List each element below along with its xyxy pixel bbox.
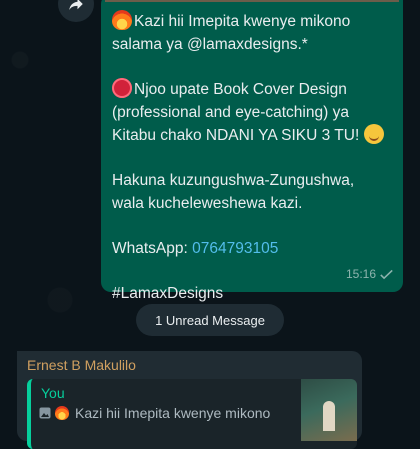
message-line: Njoo upate Book Cover Design (112, 78, 389, 101)
quote-thumbnail (301, 379, 357, 441)
quoted-message[interactable]: You Kazi hii Imepita kwenye mikono (27, 379, 357, 449)
message-line: salama ya @lamaxdesigns.* (112, 36, 308, 53)
message-meta: 15:16 (346, 263, 393, 286)
forward-icon (69, 0, 83, 10)
outgoing-message-bubble[interactable]: Kazi hii Imepita kwenye mikono salama ya… (101, 0, 403, 302)
message-line: wala kucheleweshewa kazi. (112, 195, 303, 212)
image-preview-edge (105, 0, 399, 2)
quote-author: You (41, 385, 65, 401)
smiling-emoji-icon (363, 124, 384, 144)
whatsapp-line: WhatsApp: 0764793105 (112, 240, 279, 257)
quote-text-row: Kazi hii Imepita kwenye mikono (39, 405, 270, 421)
message-time: 15:16 (345, 267, 376, 281)
phone-link[interactable]: 0764793105 (192, 240, 278, 257)
quote-text: Kazi hii Imepita kwenye mikono (75, 405, 271, 421)
stop-sign-emoji-icon (112, 78, 132, 98)
incoming-message-bubble[interactable]: Ernest B Makulilo You Kazi hii Imepita k… (17, 351, 362, 449)
message-line: Kazi hii Imepita kwenye mikono (112, 10, 389, 33)
message-line: Kitabu chako NDANI YA SIKU 3 TU! (112, 124, 389, 147)
single-check-icon (380, 269, 393, 280)
fire-emoji-icon (55, 406, 69, 420)
unread-banner-label: 1 Unread Message (155, 312, 265, 328)
message-line: (professional and eye-catching) ya (112, 104, 349, 121)
image-icon (39, 407, 51, 419)
sender-name: Ernest B Makulilo (27, 357, 136, 373)
fire-emoji-icon (112, 10, 132, 30)
message-line: Hakuna kuzungushwa-Zungushwa, (112, 172, 355, 189)
unread-messages-banner: 1 Unread Message (136, 304, 284, 336)
